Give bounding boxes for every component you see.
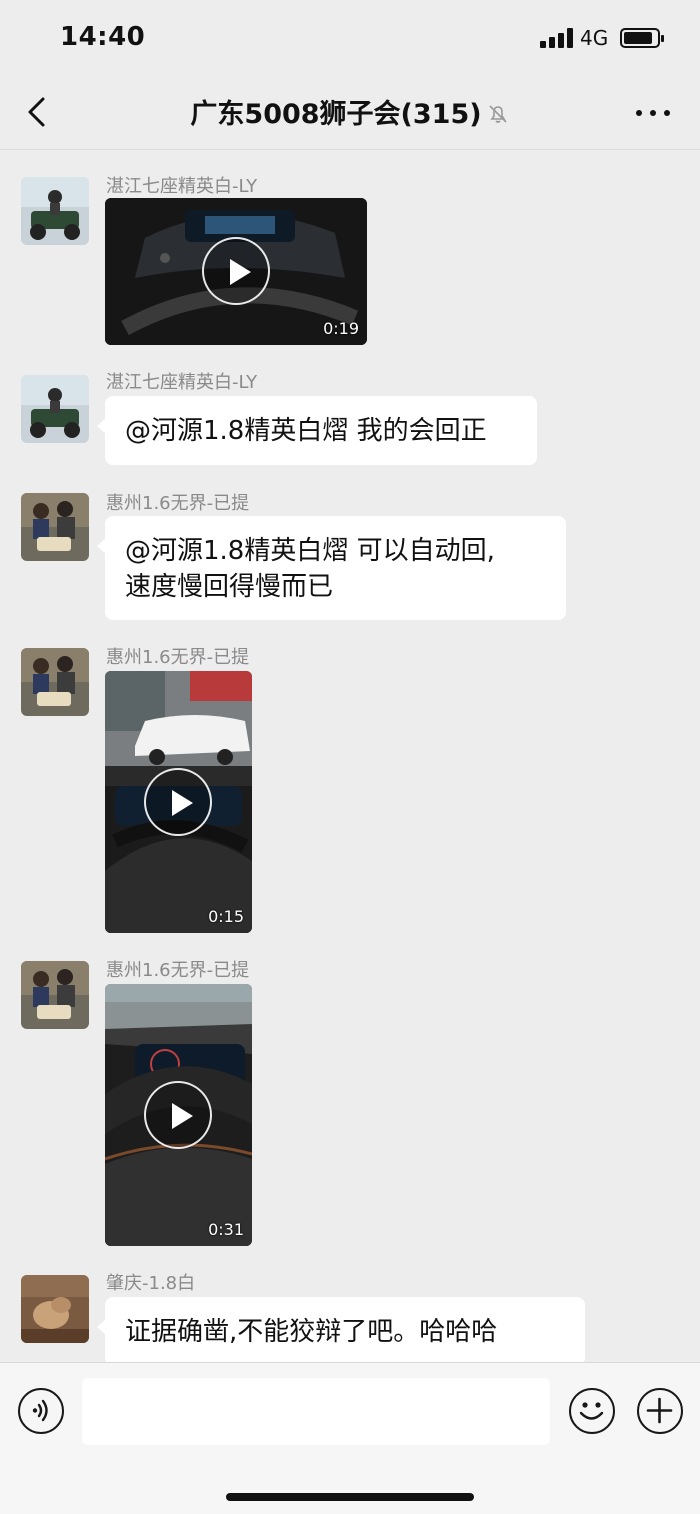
avatar[interactable] xyxy=(21,493,89,561)
avatar[interactable] xyxy=(21,961,89,1029)
avatar[interactable] xyxy=(21,375,89,443)
voice-icon xyxy=(32,1399,48,1422)
more-functions-button[interactable] xyxy=(637,1388,683,1434)
avatar[interactable] xyxy=(21,648,89,716)
play-icon xyxy=(144,1081,212,1149)
signal-icon xyxy=(540,28,574,48)
message-bubble[interactable]: @河源1.8精英白熠 我的会回正 xyxy=(97,396,537,465)
video-message[interactable]: 0:19 xyxy=(105,198,367,345)
video-message[interactable]: 0:15 xyxy=(105,671,252,933)
status-time: 14:40 xyxy=(60,22,146,52)
avatar-image xyxy=(21,375,89,443)
avatar[interactable] xyxy=(21,177,89,245)
sender-name: 湛江七座精英白-LY xyxy=(106,372,258,393)
video-duration: 0:15 xyxy=(208,907,244,926)
message-input[interactable] xyxy=(82,1378,550,1445)
avatar-image xyxy=(21,493,89,561)
home-indicator xyxy=(226,1493,474,1501)
emoji-button[interactable] xyxy=(569,1388,615,1434)
play-icon xyxy=(202,237,270,305)
avatar-image xyxy=(21,961,89,1029)
voice-button[interactable] xyxy=(18,1388,64,1434)
more-button[interactable] xyxy=(634,98,672,128)
emoji-icon xyxy=(579,1402,604,1420)
sender-name: 肇庆-1.8白 xyxy=(106,1273,196,1294)
video-duration: 0:19 xyxy=(323,319,359,338)
mute-bell-icon xyxy=(489,105,507,123)
avatar-image xyxy=(21,648,89,716)
avatar[interactable] xyxy=(21,1275,89,1343)
sender-name: 惠州1.6无界-已提 xyxy=(106,493,250,514)
avatar-image xyxy=(21,1275,89,1343)
message-text-line: 速度慢回得慢而已 xyxy=(125,572,334,602)
message-text: 证据确凿,不能狡辩了吧。哈哈哈 xyxy=(125,1317,498,1347)
plus-icon xyxy=(646,1397,673,1424)
chat-header: 广东5008狮子会(315) xyxy=(0,76,700,150)
avatar-image xyxy=(21,177,89,245)
message-text-line: @河源1.8精英白熠 可以自动回, xyxy=(125,536,495,566)
status-bar: 14:40 4G xyxy=(0,0,700,76)
message-text: @河源1.8精英白熠 我的会回正 xyxy=(125,416,487,446)
chat-input-bar xyxy=(0,1362,700,1514)
message-bubble[interactable]: 证据确凿,不能狡辩了吧。哈哈哈 xyxy=(97,1297,585,1366)
video-duration: 0:31 xyxy=(208,1220,244,1239)
video-message[interactable]: 0:31 xyxy=(105,984,252,1246)
message-bubble[interactable]: @河源1.8精英白熠 可以自动回, 速度慢回得慢而已 xyxy=(97,516,566,620)
sender-name: 惠州1.6无界-已提 xyxy=(106,647,250,668)
network-label: 4G xyxy=(580,26,609,50)
sender-name: 湛江七座精英白-LY xyxy=(106,176,258,197)
battery-icon xyxy=(620,28,664,48)
chat-title[interactable]: 广东5008狮子会(315) xyxy=(190,99,481,130)
play-icon xyxy=(144,768,212,836)
sender-name: 惠州1.6无界-已提 xyxy=(106,960,250,981)
